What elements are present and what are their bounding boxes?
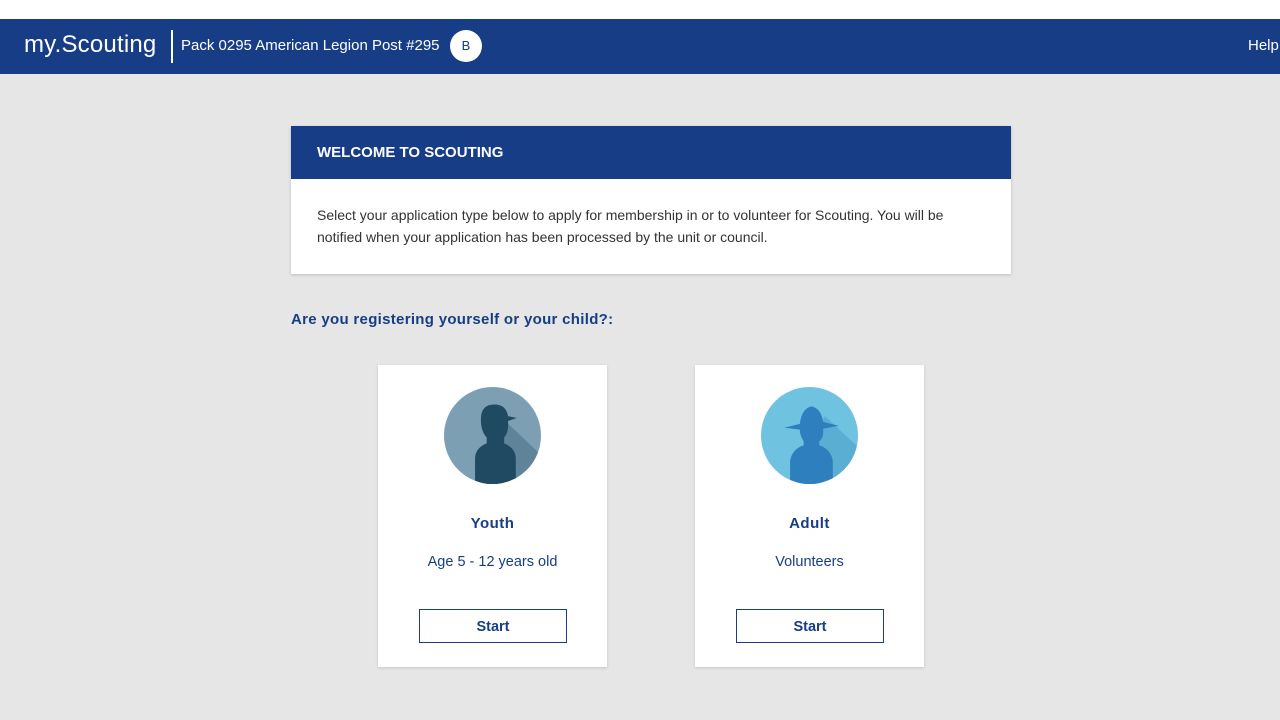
nav-divider bbox=[171, 30, 173, 63]
app-logo[interactable]: my.Scouting bbox=[24, 31, 156, 59]
welcome-title: WELCOME TO SCOUTING bbox=[291, 126, 1011, 179]
youth-option-card: Youth Age 5 - 12 years old Start bbox=[378, 365, 607, 667]
user-avatar[interactable]: B bbox=[450, 30, 482, 62]
adult-option-card: Adult Volunteers Start bbox=[695, 365, 924, 667]
adult-subtitle: Volunteers bbox=[775, 554, 844, 570]
adult-scout-icon bbox=[761, 387, 858, 484]
welcome-description: Select your application type below to ap… bbox=[317, 207, 944, 245]
adult-start-button[interactable]: Start bbox=[736, 609, 884, 643]
youth-subtitle: Age 5 - 12 years old bbox=[427, 554, 558, 570]
welcome-card: WELCOME TO SCOUTING Select your applicat… bbox=[291, 126, 1011, 274]
top-navbar: my.Scouting Pack 0295 American Legion Po… bbox=[0, 19, 1280, 74]
help-link[interactable]: Help bbox=[1248, 37, 1279, 54]
adult-title: Adult bbox=[789, 515, 830, 532]
top-strip bbox=[0, 0, 1280, 19]
youth-start-button[interactable]: Start bbox=[419, 609, 567, 643]
unit-name: Pack 0295 American Legion Post #295 bbox=[181, 37, 440, 54]
registration-question: Are you registering yourself or your chi… bbox=[291, 311, 614, 328]
youth-title: Youth bbox=[470, 515, 515, 532]
youth-scout-icon bbox=[444, 387, 541, 484]
